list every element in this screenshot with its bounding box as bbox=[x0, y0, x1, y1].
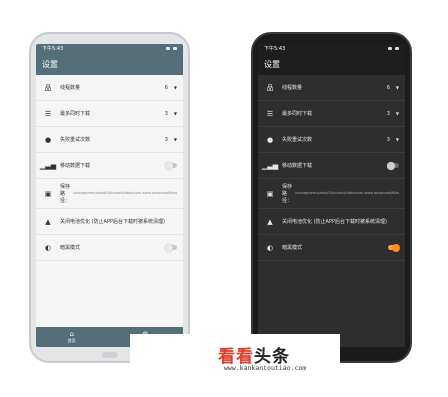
screen-light: 下午5:43 设置 品 线程数量 6 ▼ ☰ 最多同时下载 3 ▼ ● 失败重试… bbox=[36, 44, 183, 347]
setting-dark-mode: ◐ 暗黑模式 bbox=[36, 235, 183, 261]
dark-mode-toggle[interactable] bbox=[165, 243, 177, 252]
signal-icon: ▁▃▅ bbox=[39, 161, 57, 170]
save-icon: ▣ bbox=[44, 189, 52, 198]
retry-icon: ● bbox=[44, 135, 52, 144]
signal-status-icon bbox=[166, 47, 170, 50]
battery-status-icon bbox=[173, 47, 177, 50]
nav-label: 首页 bbox=[67, 338, 76, 343]
setting-thread-count[interactable]: 品 线程数量 6 ▼ bbox=[258, 75, 405, 101]
status-icons bbox=[388, 47, 399, 50]
page-title: 设置 bbox=[264, 59, 280, 69]
setting-value: 6 bbox=[164, 84, 168, 91]
screen-dark: 下午5:43 设置 品 线程数量 6 ▼ ☰ 最多同时下载 3 ▼ ● 失败重试… bbox=[258, 44, 405, 347]
toggle-knob bbox=[392, 243, 400, 252]
dropdown-caret-icon: ▼ bbox=[173, 137, 177, 142]
setting-label: 关闭电池优化 (防止APP后台下载时被系统清理) bbox=[60, 219, 165, 225]
dark-mode-toggle[interactable] bbox=[388, 243, 400, 252]
phone-light: 下午5:43 设置 品 线程数量 6 ▼ ☰ 最多同时下载 3 ▼ ● 失败重试… bbox=[29, 32, 190, 363]
save-path-value: /storage/emulated/0/Android/data/com.xbe… bbox=[73, 191, 178, 196]
setting-value: 6 bbox=[386, 84, 390, 91]
status-time: 下午5:43 bbox=[264, 46, 286, 52]
setting-thread-count[interactable]: 品 线程数量 6 ▼ bbox=[36, 75, 183, 101]
setting-label: 关闭电池优化 (防止APP后台下载时被系统清理) bbox=[282, 219, 387, 225]
rocket-icon: ▲ bbox=[267, 217, 273, 226]
network-icon: 品 bbox=[44, 83, 52, 92]
setting-label: 保存路径： bbox=[282, 184, 293, 204]
setting-mobile-data: ▁▃▅ 移动数据下载 bbox=[258, 153, 405, 179]
setting-retry-count[interactable]: ● 失败重试次数 3 ▼ bbox=[36, 127, 183, 153]
retry-icon: ● bbox=[266, 135, 274, 144]
dropdown-caret-icon: ▼ bbox=[173, 85, 177, 90]
setting-label: 暗黑模式 bbox=[60, 245, 81, 251]
setting-label: 线程数量 bbox=[282, 85, 303, 91]
status-icons bbox=[166, 47, 177, 50]
setting-save-path[interactable]: ▣ 保存路径： /storage/emulated/0/Android/data… bbox=[258, 179, 405, 209]
status-bar: 下午5:43 bbox=[258, 44, 405, 53]
setting-label: 移动数据下载 bbox=[60, 163, 91, 169]
page-title: 设置 bbox=[42, 59, 58, 69]
app-bar: 设置 bbox=[36, 53, 183, 75]
setting-value: 3 bbox=[164, 136, 168, 143]
nav-home[interactable]: ⌂ 首页 bbox=[68, 330, 76, 344]
toggle-knob bbox=[165, 243, 173, 252]
dropdown-caret-icon: ▼ bbox=[395, 137, 399, 142]
setting-mobile-data: ▁▃▅ 移动数据下载 bbox=[36, 153, 183, 179]
setting-label: 失败重试次数 bbox=[60, 137, 91, 143]
rocket-icon: ▲ bbox=[45, 217, 51, 226]
list-icon: ☰ bbox=[44, 109, 52, 118]
setting-label: 移动数据下载 bbox=[282, 163, 313, 169]
toggle-knob bbox=[387, 161, 395, 170]
moon-icon: ◐ bbox=[44, 243, 52, 252]
setting-dark-mode: ◐ 暗黑模式 bbox=[258, 235, 405, 261]
setting-label: 暗黑模式 bbox=[282, 245, 303, 251]
setting-value: 3 bbox=[386, 110, 390, 117]
status-bar: 下午5:43 bbox=[36, 44, 183, 53]
signal-status-icon bbox=[388, 47, 392, 50]
dropdown-caret-icon: ▼ bbox=[173, 111, 177, 116]
dropdown-caret-icon: ▼ bbox=[395, 85, 399, 90]
watermark: 看看头条 www.kankantoutiao.com bbox=[130, 334, 340, 384]
network-icon: 品 bbox=[266, 83, 274, 92]
mobile-data-toggle[interactable] bbox=[387, 161, 399, 170]
home-indicator bbox=[101, 352, 118, 358]
setting-label: 保存路径： bbox=[60, 184, 71, 204]
setting-label: 线程数量 bbox=[60, 85, 81, 91]
list-icon: ☰ bbox=[266, 109, 274, 118]
save-path-value: /storage/emulated/0/Android/data/com.xbe… bbox=[295, 191, 400, 196]
status-time: 下午5:43 bbox=[42, 46, 64, 52]
phone-dark: 下午5:43 设置 品 线程数量 6 ▼ ☰ 最多同时下载 3 ▼ ● 失败重试… bbox=[251, 32, 412, 363]
setting-value: 3 bbox=[164, 110, 168, 117]
mobile-data-toggle[interactable] bbox=[165, 161, 177, 170]
setting-retry-count[interactable]: ● 失败重试次数 3 ▼ bbox=[258, 127, 405, 153]
setting-value: 3 bbox=[386, 136, 390, 143]
setting-max-downloads[interactable]: ☰ 最多同时下载 3 ▼ bbox=[258, 101, 405, 127]
app-bar: 设置 bbox=[258, 53, 405, 75]
signal-icon: ▁▃▅ bbox=[261, 161, 279, 170]
dropdown-caret-icon: ▼ bbox=[395, 111, 399, 116]
setting-label: 失败重试次数 bbox=[282, 137, 313, 143]
setting-label: 最多同时下载 bbox=[60, 111, 91, 117]
moon-icon: ◐ bbox=[266, 243, 274, 252]
setting-battery-optimization[interactable]: ▲ 关闭电池优化 (防止APP后台下载时被系统清理) bbox=[36, 209, 183, 235]
setting-save-path[interactable]: ▣ 保存路径： /storage/emulated/0/Android/data… bbox=[36, 179, 183, 209]
battery-status-icon bbox=[395, 47, 399, 50]
setting-max-downloads[interactable]: ☰ 最多同时下载 3 ▼ bbox=[36, 101, 183, 127]
setting-battery-optimization[interactable]: ▲ 关闭电池优化 (防止APP后台下载时被系统清理) bbox=[258, 209, 405, 235]
save-icon: ▣ bbox=[266, 189, 274, 198]
watermark-url: www.kankantoutiao.com bbox=[224, 364, 307, 372]
home-icon: ⌂ bbox=[69, 330, 74, 338]
setting-label: 最多同时下载 bbox=[282, 111, 313, 117]
toggle-knob bbox=[165, 161, 173, 170]
